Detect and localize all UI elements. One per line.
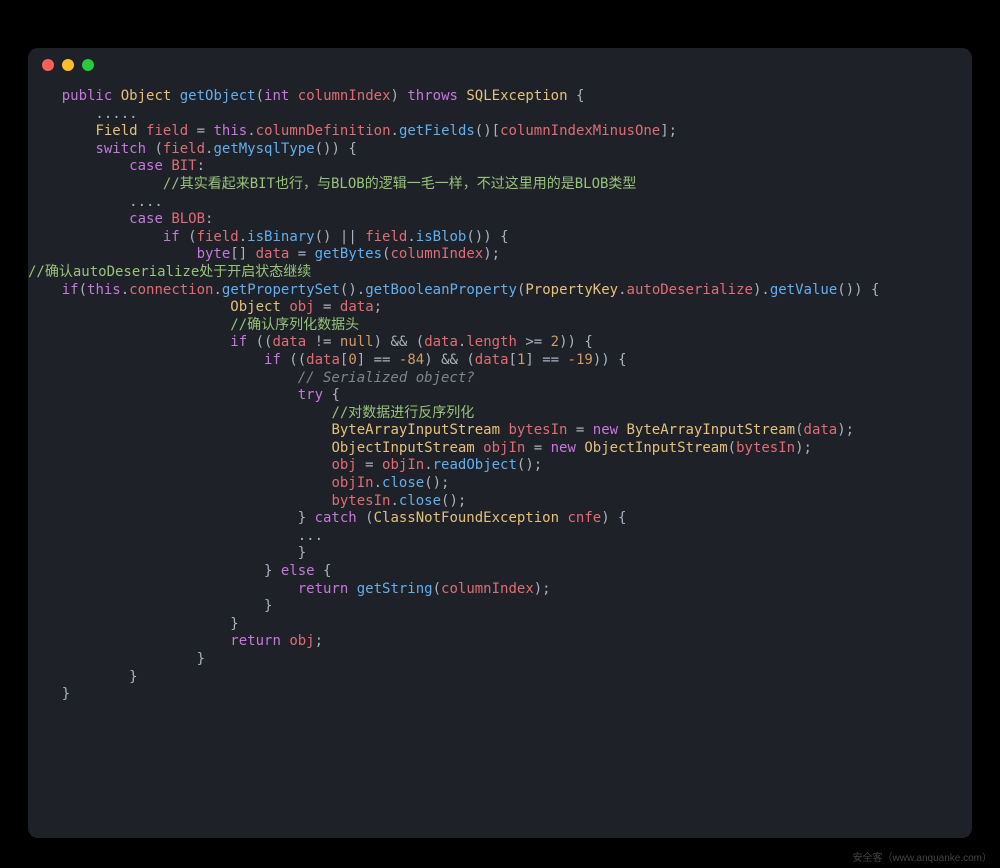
- code-line: ObjectInputStream objIn = new ObjectInpu…: [28, 440, 972, 458]
- code-line: case BIT:: [28, 158, 972, 176]
- code-line: ....: [28, 194, 972, 212]
- code-line: ByteArrayInputStream bytesIn = new ByteA…: [28, 422, 972, 440]
- code-line: public Object getObject(int columnIndex)…: [28, 88, 972, 106]
- code-line: //确认序列化数据头: [28, 317, 972, 335]
- code-line: //对数据进行反序列化: [28, 405, 972, 423]
- code-line: //确认autoDeserialize处于开启状态继续: [28, 264, 972, 282]
- code-line: }: [28, 545, 972, 563]
- window-titlebar: [28, 48, 972, 82]
- code-line: return obj;: [28, 633, 972, 651]
- code-window: public Object getObject(int columnIndex)…: [28, 48, 972, 838]
- code-line: }: [28, 616, 972, 634]
- code-line: }: [28, 669, 972, 687]
- code-line: if ((data != null) && (data.length >= 2)…: [28, 334, 972, 352]
- code-line: //其实看起来BIT也行，与BLOB的逻辑一毛一样，不过这里用的是BLOB类型: [28, 176, 972, 194]
- code-line: .....: [28, 106, 972, 124]
- code-line: Field field = this.columnDefinition.getF…: [28, 123, 972, 141]
- close-icon[interactable]: [42, 59, 54, 71]
- code-line: }: [28, 686, 972, 704]
- code-line: }: [28, 598, 972, 616]
- code-line: Object obj = data;: [28, 299, 972, 317]
- code-line: byte[] data = getBytes(columnIndex);: [28, 246, 972, 264]
- code-line: }: [28, 651, 972, 669]
- zoom-icon[interactable]: [82, 59, 94, 71]
- code-line: if ((data[0] == -84) && (data[1] == -19)…: [28, 352, 972, 370]
- minimize-icon[interactable]: [62, 59, 74, 71]
- code-block: public Object getObject(int columnIndex)…: [28, 82, 972, 704]
- code-line: objIn.close();: [28, 475, 972, 493]
- code-line: bytesIn.close();: [28, 493, 972, 511]
- code-line: if (field.isBinary() || field.isBlob()) …: [28, 229, 972, 247]
- code-line: case BLOB:: [28, 211, 972, 229]
- code-line: return getString(columnIndex);: [28, 581, 972, 599]
- code-line: switch (field.getMysqlType()) {: [28, 141, 972, 159]
- code-line: // Serialized object?: [28, 370, 972, 388]
- code-line: if(this.connection.getPropertySet().getB…: [28, 282, 972, 300]
- code-line: } else {: [28, 563, 972, 581]
- code-line: try {: [28, 387, 972, 405]
- code-line: obj = objIn.readObject();: [28, 457, 972, 475]
- code-line: ...: [28, 528, 972, 546]
- code-line: } catch (ClassNotFoundException cnfe) {: [28, 510, 972, 528]
- watermark: 安全客（www.anquanke.com）: [853, 849, 993, 864]
- stage: public Object getObject(int columnIndex)…: [0, 0, 1000, 868]
